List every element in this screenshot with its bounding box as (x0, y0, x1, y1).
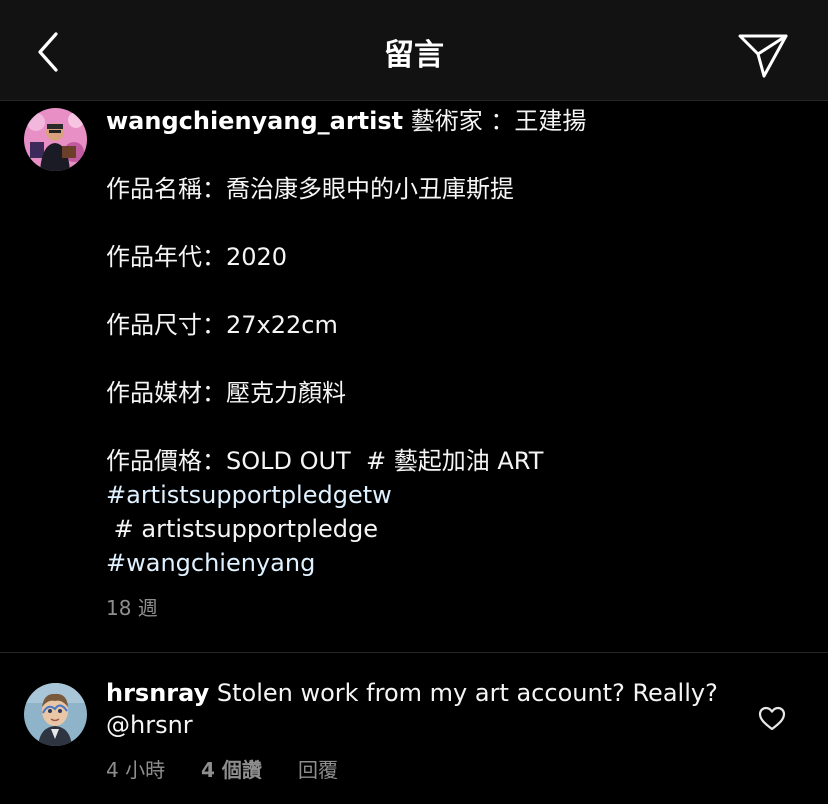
comment-body: hrsnray Stolen work from my art account?… (106, 677, 746, 741)
page-title: 留言 (384, 38, 444, 73)
paper-plane-icon (738, 34, 788, 78)
heart-outline-icon (758, 706, 786, 731)
caption-medium-line: 作品媒材：壓克力顏料 (106, 379, 346, 407)
caption-hashtag-line: # artistsupportpledge (106, 515, 378, 543)
caption-artist-line: 藝術家 ：王建揚 (403, 107, 587, 135)
commenter-avatar[interactable] (24, 683, 87, 746)
divider (0, 652, 828, 653)
hashtag-link[interactable]: #artistsupportpledgetw (106, 478, 796, 512)
comment-timestamp: 4 小時 (106, 758, 166, 782)
share-button[interactable] (736, 30, 790, 80)
caption-year-line: 作品年代：2020 (106, 243, 288, 271)
like-comment-button[interactable] (758, 706, 786, 732)
post-caption: wangchienyang_artist 藝術家 ：王建揚 作品名稱：喬治康多眼… (106, 104, 796, 580)
reply-button[interactable]: 回覆 (298, 756, 338, 784)
hashtag-link[interactable]: #wangchienyang (106, 546, 796, 580)
caption-size-line: 作品尺寸：27x22cm (106, 311, 338, 339)
author-avatar[interactable] (24, 108, 87, 171)
comment-username[interactable]: hrsnray (106, 679, 209, 707)
caption-title-line: 作品名稱：喬治康多眼中的小丑庫斯提 (106, 175, 514, 203)
top-bar: 留言 (0, 0, 828, 101)
caption-first-line: wangchienyang_artist 藝術家 ：王建揚 (106, 104, 796, 138)
comment-likes-count[interactable]: 4 個讚 (201, 756, 262, 784)
caption-price-line: 作品價格：SOLD OUT # 藝起加油 ART (106, 447, 544, 475)
caption-username[interactable]: wangchienyang_artist (106, 107, 403, 135)
caption-timestamp: 18 週 (106, 596, 158, 620)
